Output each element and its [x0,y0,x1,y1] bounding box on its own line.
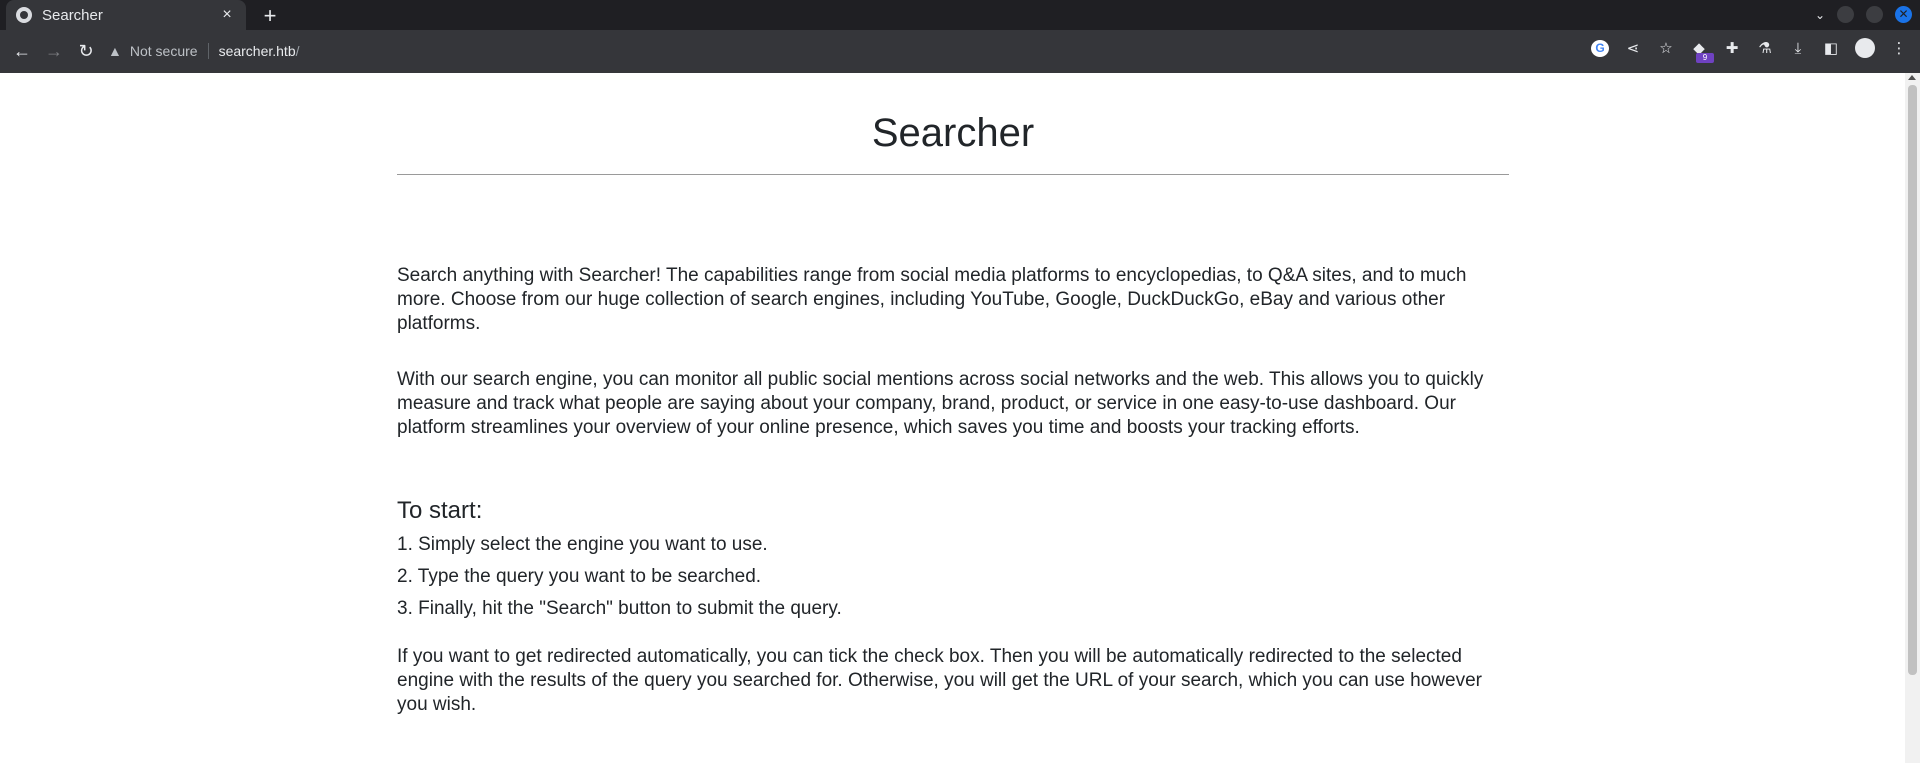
start-heading: To start: [397,497,483,524]
redirect-paragraph: If you want to get redirected automatica… [397,646,1482,715]
star-icon[interactable]: ☆ [1657,39,1675,57]
vertical-scrollbar[interactable] [1905,73,1920,763]
profile-icon[interactable] [1855,38,1875,58]
extension-icon[interactable]: ◆ 9 [1690,39,1714,63]
browser-chrome: Searcher × + ⌄ ✕ ← → ↻ ▲ Not secure sear… [0,0,1920,73]
toolbar: ← → ↻ ▲ Not secure searcher.htb / G ⋖ ☆ … [0,30,1920,73]
tab-strip: Searcher × + ⌄ ✕ [0,0,1920,30]
globe-icon [16,7,32,23]
security-label[interactable]: Not secure [130,43,198,59]
address-bar[interactable]: ▲ Not secure searcher.htb / [108,35,1568,67]
chevron-down-icon[interactable]: ⌄ [1815,8,1825,22]
tab-title: Searcher [42,6,103,24]
download-icon[interactable]: ⤓ [1789,40,1807,57]
new-tab-button[interactable]: + [258,3,282,29]
url-path[interactable]: / [296,43,300,59]
reload-icon[interactable]: ↻ [70,41,102,62]
minimize-button[interactable] [1837,6,1854,23]
menu-icon[interactable]: ⋮ [1890,39,1908,57]
title-divider [397,174,1509,175]
warning-icon[interactable]: ▲ [108,43,122,59]
sidepanel-icon[interactable]: ◧ [1822,39,1840,57]
puzzle-icon[interactable]: ✚ [1723,39,1741,57]
scrollbar-thumb[interactable] [1908,85,1917,675]
tab-searcher[interactable]: Searcher × [6,0,246,30]
forward-icon[interactable]: → [38,41,70,62]
step-item: 1. Simply select the engine you want to … [397,534,768,555]
page-title: Searcher [871,111,1035,155]
monitor-paragraph: With our search engine, you can monitor … [397,369,1484,438]
url-host[interactable]: searcher.htb [219,43,296,59]
scroll-up-icon[interactable] [1908,75,1916,80]
extension-badge: 9 [1696,53,1714,63]
page-content: Searcher Search anything with Searcher! … [397,73,1509,717]
close-window-button[interactable]: ✕ [1895,6,1912,23]
window-controls: ⌄ ✕ [1815,6,1912,23]
step-item: 2. Type the query you want to be searche… [397,566,762,587]
intro-paragraph: Search anything with Searcher! The capab… [397,265,1467,334]
step-item: 3. Finally, hit the "Search" button to s… [397,598,842,619]
labs-icon[interactable]: ⚗ [1756,39,1774,57]
close-tab-icon[interactable]: × [218,6,236,24]
back-icon[interactable]: ← [6,41,38,62]
share-icon[interactable]: ⋖ [1624,39,1642,57]
divider [207,43,209,59]
toolbar-icons: G ⋖ ☆ ◆ 9 ✚ ⚗ ⤓ ◧ ⋮ [1591,38,1908,63]
google-icon[interactable]: G [1591,39,1609,57]
maximize-button[interactable] [1866,6,1883,23]
